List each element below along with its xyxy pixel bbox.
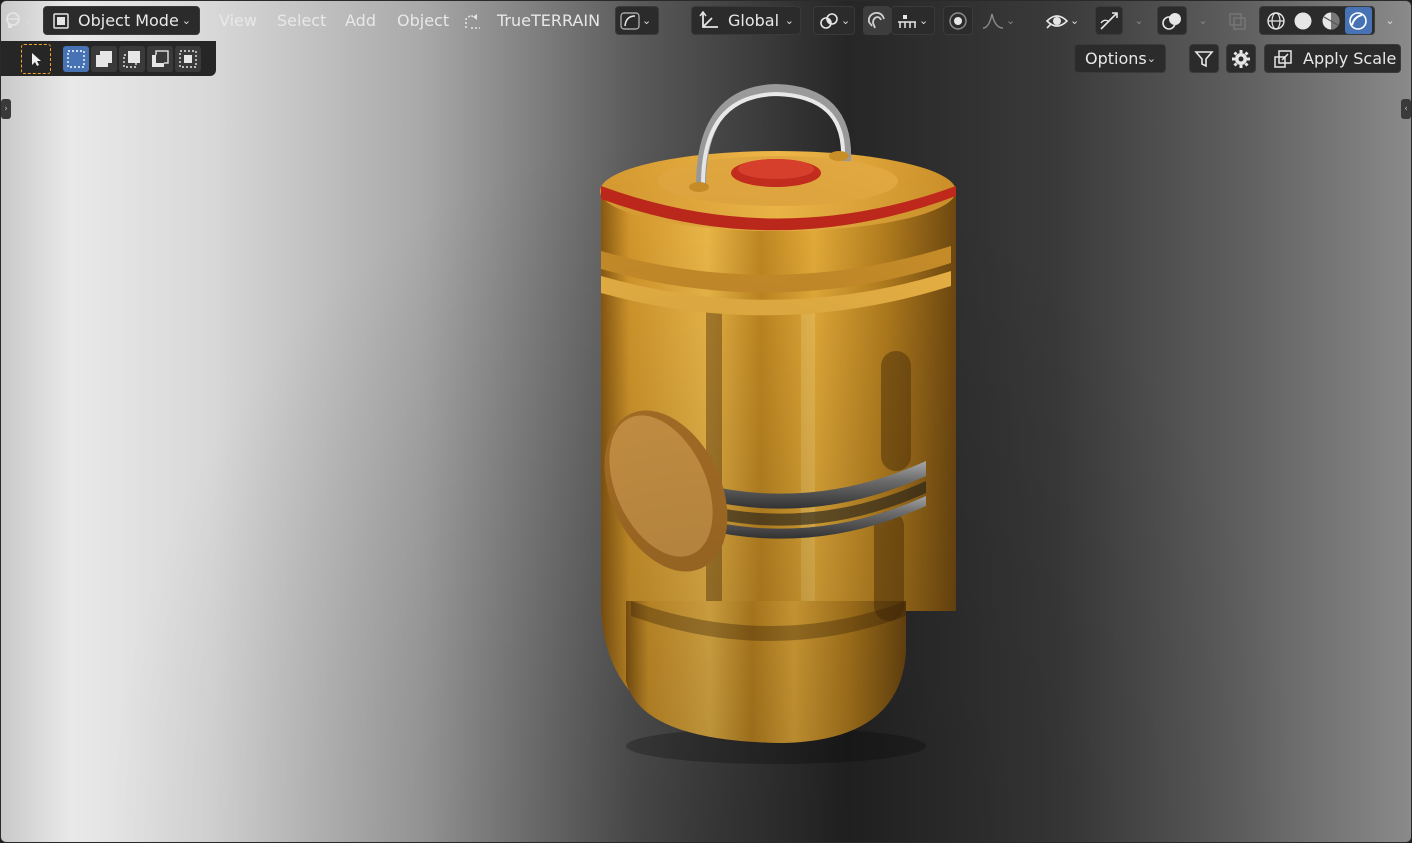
editor-type-button[interactable]: ⌄ <box>3 6 37 35</box>
chevron-down-icon: ⌄ <box>181 14 191 27</box>
terrain-options-dropdown[interactable]: ⌄ <box>615 6 659 35</box>
gizmo-dropdown[interactable]: ⌄ <box>1125 6 1147 35</box>
visibility-dropdown[interactable]: ⌄ <box>1041 6 1087 35</box>
select-box-new-icon <box>66 49 86 69</box>
gizmo-toggle[interactable] <box>1095 6 1123 35</box>
magnet-snap-icon <box>866 10 888 32</box>
chevron-down-icon: ⌄ <box>1006 14 1016 27</box>
snap-toggle[interactable] <box>863 6 891 35</box>
select-box-new-button[interactable] <box>63 46 89 72</box>
select-difference-button[interactable] <box>147 46 173 72</box>
chevron-down-icon: ⌄ <box>1198 14 1208 27</box>
orientation-axes-icon <box>698 10 720 31</box>
chevron-down-icon: ⌄ <box>1385 14 1395 27</box>
select-intersect-icon <box>178 49 198 69</box>
select-subtract-icon <box>122 49 142 69</box>
chevron-down-icon: ⌄ <box>919 14 929 27</box>
object-mode-icon <box>52 12 70 30</box>
proportional-edit-icon <box>948 11 968 31</box>
3d-viewport[interactable]: › ‹ ⌄ Object Mode ⌄ View Select Add Obje… <box>0 0 1412 843</box>
shading-dropdown[interactable]: ⌄ <box>1377 6 1397 35</box>
chevron-down-icon: ⌄ <box>1070 14 1080 27</box>
right-region-toggle[interactable]: ‹ <box>1401 99 1411 119</box>
settings-button[interactable] <box>1226 44 1256 73</box>
menu-add[interactable]: Add <box>339 6 382 35</box>
wireframe-icon[interactable] <box>1262 7 1290 34</box>
options-label: Options <box>1085 49 1147 68</box>
chevron-down-icon: ⌄ <box>841 14 851 27</box>
falloff-curve-icon <box>981 12 1005 30</box>
gear-icon <box>1230 48 1252 70</box>
chevron-down-icon: ⌄ <box>24 14 34 27</box>
falloff-dropdown[interactable]: ⌄ <box>977 6 1021 35</box>
active-tool-button[interactable] <box>21 44 51 74</box>
pivot-point-icon <box>818 11 840 31</box>
proportional-edit-toggle[interactable] <box>943 6 973 35</box>
shading-mode-group <box>1259 6 1375 35</box>
select-intersect-button[interactable] <box>175 46 201 72</box>
chevron-down-icon: ⌄ <box>642 14 652 27</box>
select-cursor-icon <box>28 51 44 67</box>
overlay-dropdown[interactable]: ⌄ <box>1189 6 1211 35</box>
transform-orientation-dropdown[interactable]: Global ⌄ <box>691 6 801 35</box>
xray-toggle[interactable] <box>1223 6 1251 35</box>
mode-label: Object Mode <box>78 11 179 30</box>
snap-target-dropdown[interactable]: ⌄ <box>891 6 935 35</box>
globe-editor-icon <box>5 11 23 30</box>
apply-scale-icon <box>1273 49 1293 69</box>
select-difference-icon <box>150 49 170 69</box>
menu-select[interactable]: Select <box>271 6 332 35</box>
curve-shape-icon <box>620 11 640 30</box>
orientation-label: Global <box>728 11 780 30</box>
rendered-icon[interactable] <box>1344 7 1372 34</box>
filter-button[interactable] <box>1189 44 1219 73</box>
pivot-point-dropdown[interactable]: ⌄ <box>813 6 855 35</box>
menu-view[interactable]: View <box>213 6 263 35</box>
terrain-icon <box>463 11 483 31</box>
options-dropdown[interactable]: Options ⌄ <box>1074 44 1166 73</box>
apply-scale-label: Apply Scale <box>1303 49 1397 68</box>
chevron-down-icon: ⌄ <box>784 14 794 27</box>
xray-icon <box>1227 11 1247 31</box>
select-extend-button[interactable] <box>91 46 117 72</box>
solid-icon[interactable] <box>1290 7 1318 34</box>
tool-header <box>1 41 216 76</box>
chevron-down-icon: ⌄ <box>1134 14 1144 27</box>
filter-icon <box>1194 49 1214 69</box>
viewport-header: ⌄ Object Mode ⌄ View Select Add Object T… <box>1 1 1411 41</box>
chevron-down-icon: ⌄ <box>1146 52 1156 65</box>
overlay-icon <box>1161 10 1183 32</box>
apply-scale-button[interactable]: Apply Scale <box>1264 44 1401 73</box>
left-region-toggle[interactable]: › <box>1 99 11 119</box>
menu-object[interactable]: Object <box>391 6 455 35</box>
trueterrain-menu[interactable]: TrueTERRAIN <box>459 6 604 35</box>
overlay-toggle[interactable] <box>1157 6 1187 35</box>
select-extend-icon <box>94 49 114 69</box>
material-preview-icon[interactable] <box>1317 7 1345 34</box>
trueterrain-label: TrueTERRAIN <box>497 11 601 30</box>
snap-increment-icon <box>896 12 918 30</box>
gizmo-icon <box>1098 10 1120 32</box>
canister-object[interactable] <box>1 1 1412 843</box>
mode-dropdown[interactable]: Object Mode ⌄ <box>43 6 200 35</box>
eye-icon <box>1045 12 1069 30</box>
select-subtract-button[interactable] <box>119 46 145 72</box>
